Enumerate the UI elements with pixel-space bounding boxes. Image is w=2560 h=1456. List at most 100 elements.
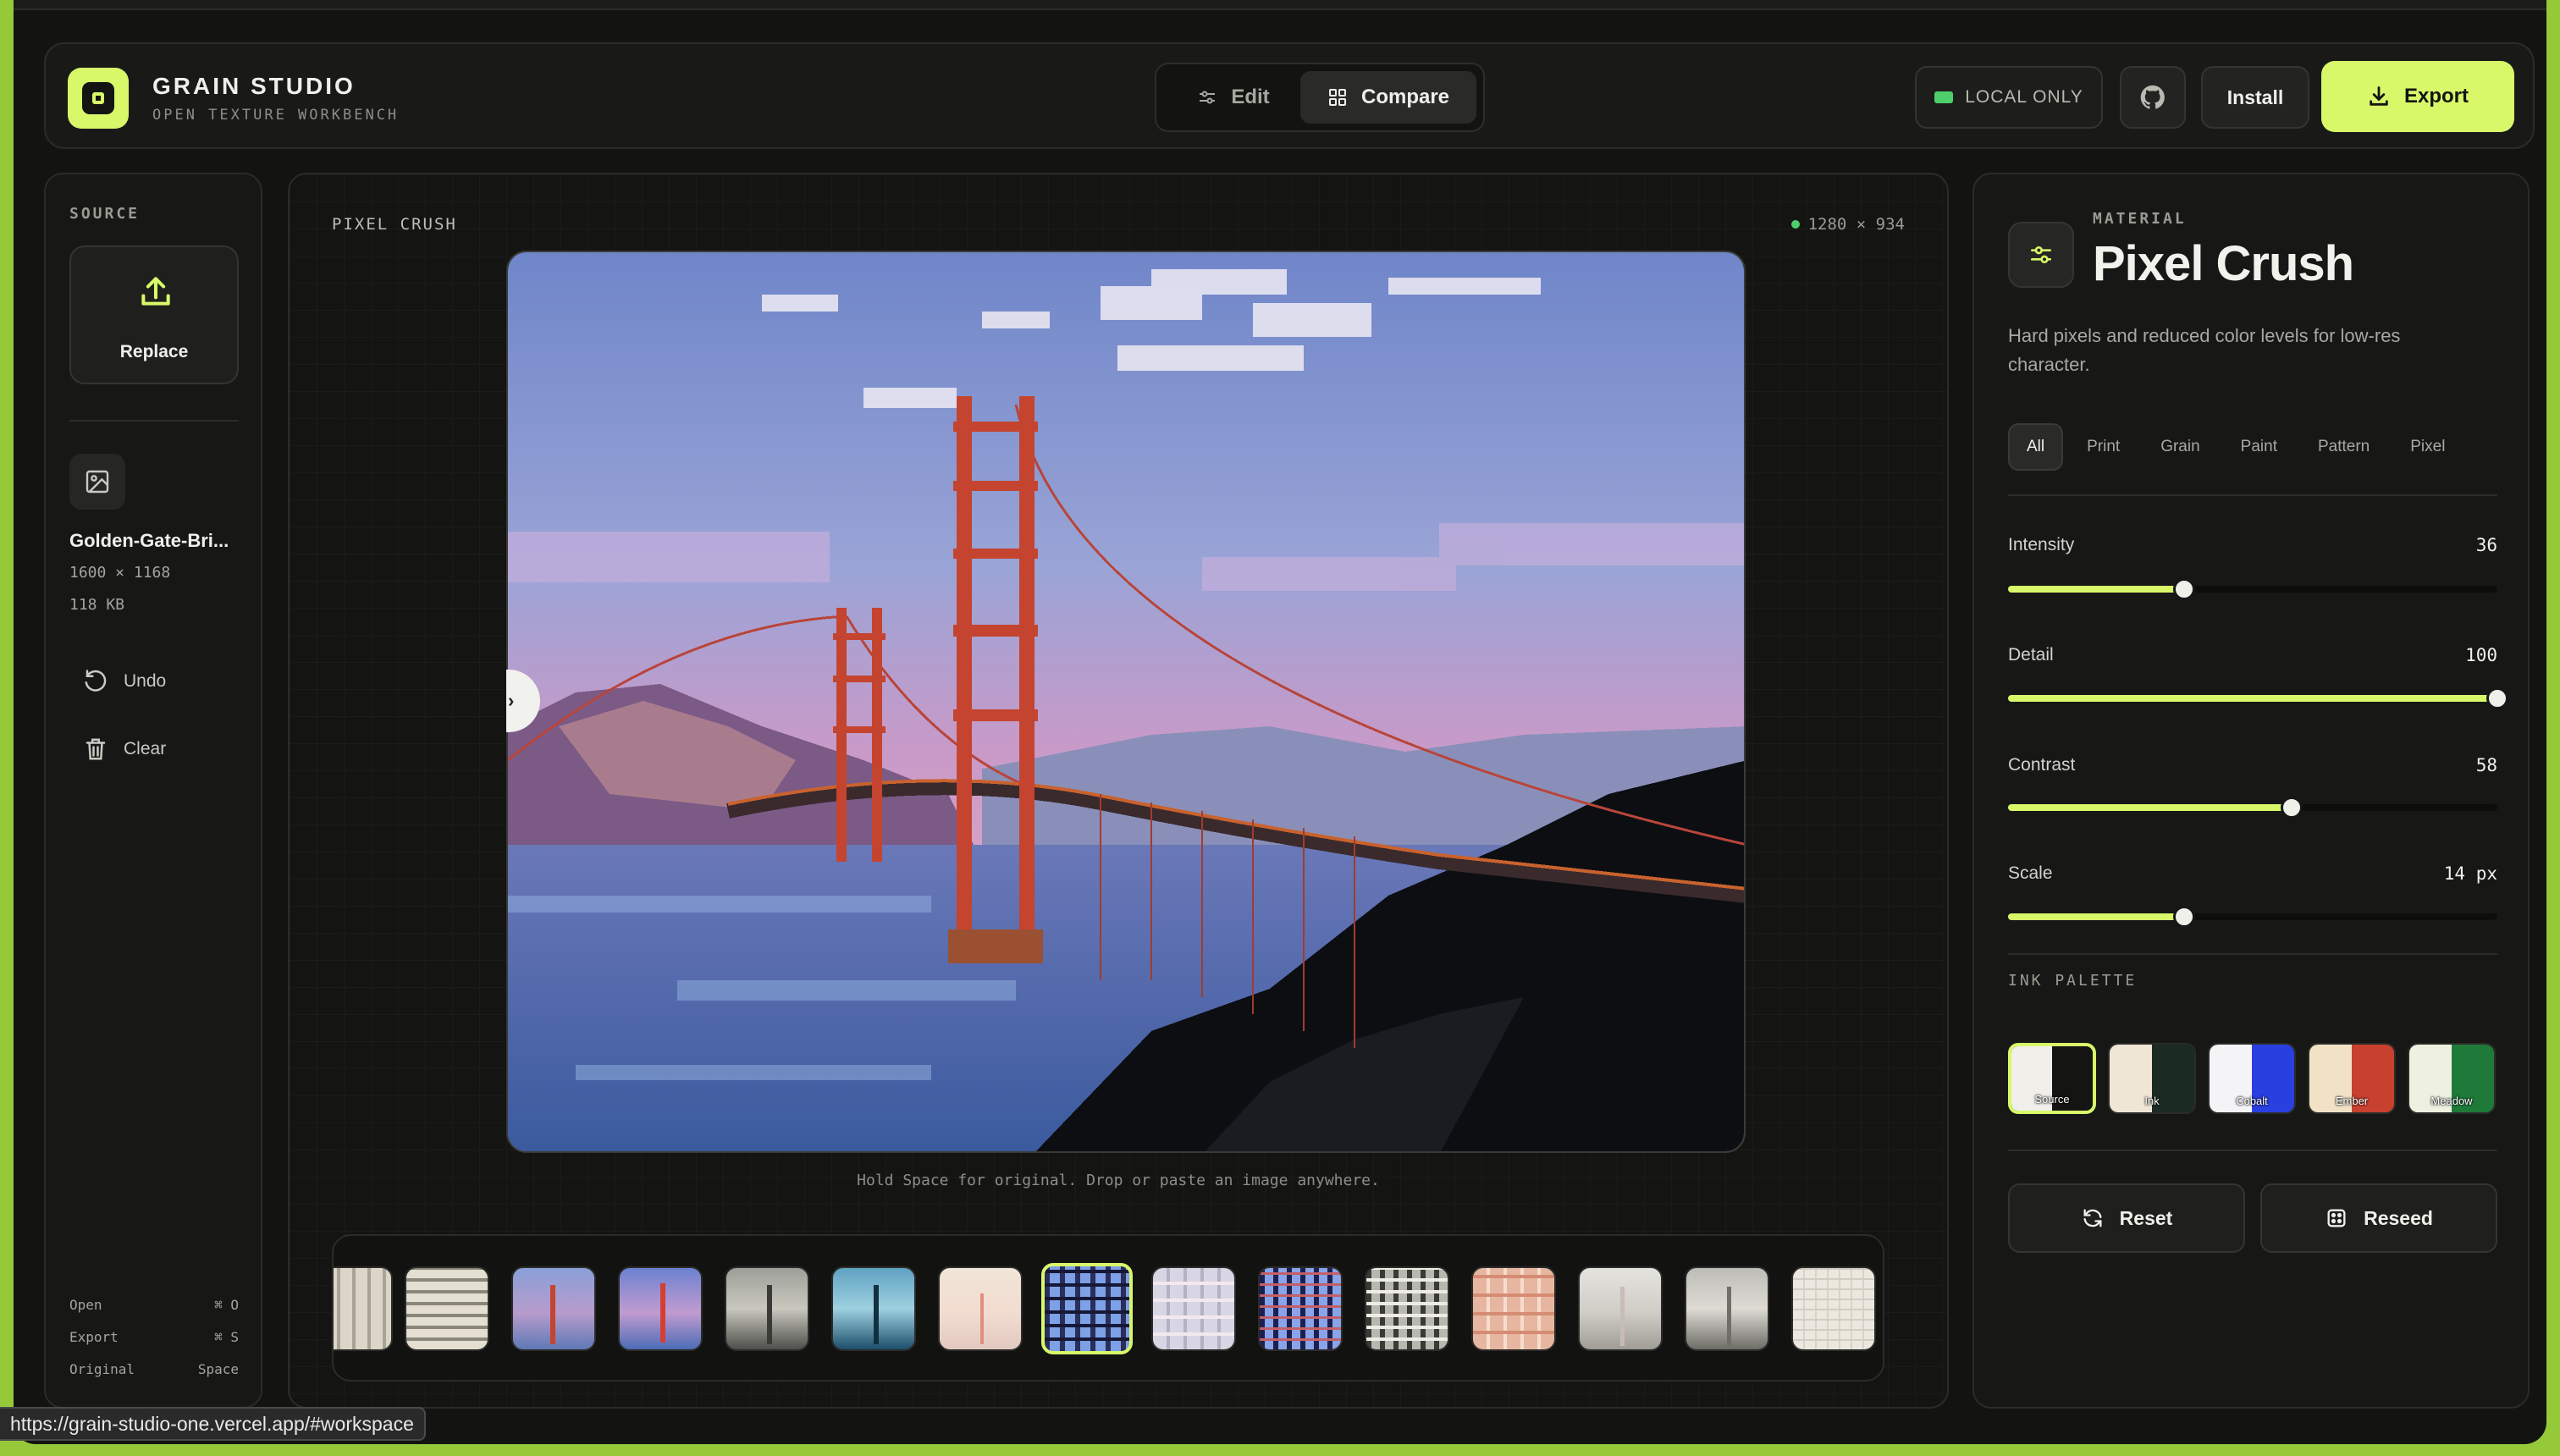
tab-edit-label: Edit — [1231, 85, 1270, 108]
filter-pattern[interactable]: Pattern — [2301, 423, 2386, 471]
swatch-source[interactable]: Source — [2008, 1043, 2096, 1114]
shortcut-key: ⌘ O — [214, 1297, 239, 1313]
slider-label: Contrast — [2008, 755, 2076, 775]
texture-thumb[interactable] — [511, 1266, 596, 1351]
bridge-photo — [508, 252, 1744, 1151]
intensity-row: Intensity 36 — [2008, 535, 2497, 555]
texture-thumb[interactable] — [1151, 1266, 1236, 1351]
scale-row: Scale 14 px — [2008, 863, 2497, 884]
swatch-cobalt[interactable]: Cobalt — [2208, 1043, 2296, 1114]
swatch-label: Meadow — [2430, 1095, 2473, 1107]
canvas-hint: Hold Space for original. Drop or paste a… — [857, 1172, 1380, 1189]
texture-thumb[interactable] — [1365, 1266, 1449, 1351]
slider-value: 14 px — [2443, 863, 2497, 884]
local-only-label: LOCAL ONLY — [1965, 87, 2083, 107]
replace-label: Replace — [119, 342, 189, 361]
export-button[interactable]: Export — [2321, 61, 2514, 132]
texture-thumb[interactable] — [1258, 1266, 1343, 1351]
divider — [2008, 1150, 2497, 1151]
image-icon — [69, 454, 125, 510]
app-logo — [68, 68, 129, 129]
swatch-meadow[interactable]: Meadow — [2408, 1043, 2496, 1114]
swatch-label: Cobalt — [2236, 1095, 2268, 1107]
refresh-icon — [2083, 1209, 2102, 1227]
slider-fill — [2008, 804, 2292, 811]
swatch-ember[interactable]: Ember — [2308, 1043, 2396, 1114]
filter-paint[interactable]: Paint — [2224, 423, 2294, 471]
texture-thumb[interactable] — [1685, 1266, 1769, 1351]
filter-pixel[interactable]: Pixel — [2393, 423, 2462, 471]
texture-thumb[interactable] — [334, 1266, 393, 1351]
tab-compare-label: Compare — [1360, 85, 1450, 108]
texture-thumb[interactable] — [1791, 1266, 1876, 1351]
dice-icon — [2327, 1209, 2346, 1227]
ink-palette-label: INK PALETTE — [2008, 972, 2138, 990]
reseed-button[interactable]: Reseed — [2260, 1183, 2497, 1253]
output-dimensions-value: 1280 × 934 — [1807, 215, 1905, 234]
reset-button[interactable]: Reset — [2008, 1183, 2245, 1253]
preview-image[interactable] — [506, 251, 1746, 1153]
slider-value: 36 — [2475, 535, 2497, 555]
slider-label: Scale — [2008, 863, 2053, 883]
undo-button[interactable]: Undo — [83, 669, 166, 694]
slider-value: 58 — [2475, 755, 2497, 775]
texture-thumb[interactable] — [831, 1266, 916, 1351]
shortcut-label: Original — [69, 1361, 135, 1377]
shortcut-key: Space — [197, 1361, 239, 1377]
status-dot-icon — [1790, 220, 1800, 229]
slider-label: Intensity — [2008, 535, 2075, 554]
slider-thumb[interactable] — [2486, 687, 2508, 709]
upload-icon — [141, 277, 170, 306]
divider — [2008, 953, 2497, 955]
trash-icon — [86, 738, 106, 760]
github-cat-icon — [2140, 85, 2165, 109]
shortcut-open: Open ⌘ O — [69, 1297, 239, 1313]
swatch-ink[interactable]: Ink — [2108, 1043, 2196, 1114]
material-panel: MATERIAL Pixel Crush Hard pixels and red… — [1972, 173, 2530, 1409]
undo-label: Undo — [124, 671, 167, 691]
detail-slider[interactable] — [2008, 687, 2508, 709]
scale-slider[interactable] — [2008, 906, 2497, 928]
file-size: 118 KB — [69, 596, 125, 614]
swatch-label: Ember — [2335, 1095, 2369, 1107]
reseed-label: Reseed — [2364, 1206, 2433, 1229]
texture-thumb-selected[interactable] — [1041, 1263, 1133, 1354]
sliders-icon — [1200, 91, 1216, 104]
canvas-panel: PIXEL CRUSH 1280 × 934 › Hold Space for … — [288, 173, 1949, 1409]
replace-button[interactable]: Replace — [69, 245, 239, 384]
undo-icon — [85, 670, 107, 692]
install-button[interactable]: Install — [2201, 66, 2309, 129]
file-name: Golden-Gate-Bri... — [69, 530, 229, 551]
filter-all[interactable]: All — [2008, 423, 2064, 471]
canvas-material-name: PIXEL CRUSH — [332, 215, 457, 234]
texture-thumb[interactable] — [938, 1266, 1023, 1351]
texture-thumb[interactable] — [618, 1266, 703, 1351]
slider-fill — [2008, 586, 2185, 593]
clear-button[interactable]: Clear — [83, 736, 166, 762]
slider-value: 100 — [2465, 645, 2497, 665]
github-button[interactable] — [2120, 66, 2186, 129]
texture-thumb[interactable] — [405, 1266, 489, 1351]
material-description: Hard pixels and reduced color levels for… — [2008, 325, 2401, 375]
local-status-icon — [1934, 91, 1954, 103]
slider-thumb[interactable] — [2281, 797, 2303, 819]
slider-thumb[interactable] — [2173, 578, 2196, 600]
contrast-slider[interactable] — [2008, 797, 2497, 819]
texture-thumb[interactable] — [725, 1266, 809, 1351]
material-title: Pixel Crush — [2093, 236, 2354, 291]
tab-edit[interactable]: Edit — [1170, 71, 1297, 124]
reset-label: Reset — [2119, 1206, 2173, 1229]
app-title: GRAIN STUDIO — [152, 73, 356, 99]
texture-thumb[interactable] — [1471, 1266, 1556, 1351]
top-bar — [14, 0, 2546, 10]
filter-print[interactable]: Print — [2070, 423, 2137, 471]
slider-thumb[interactable] — [2173, 906, 2196, 928]
filter-grain[interactable]: Grain — [2143, 423, 2216, 471]
clear-label: Clear — [124, 739, 167, 758]
tab-compare[interactable]: Compare — [1300, 71, 1476, 124]
shortcut-label: Open — [69, 1297, 102, 1313]
intensity-slider[interactable] — [2008, 578, 2497, 600]
mode-switch: Edit Compare — [1155, 63, 1485, 132]
texture-thumb[interactable] — [1578, 1266, 1663, 1351]
chevron-right-icon: › — [508, 690, 515, 711]
